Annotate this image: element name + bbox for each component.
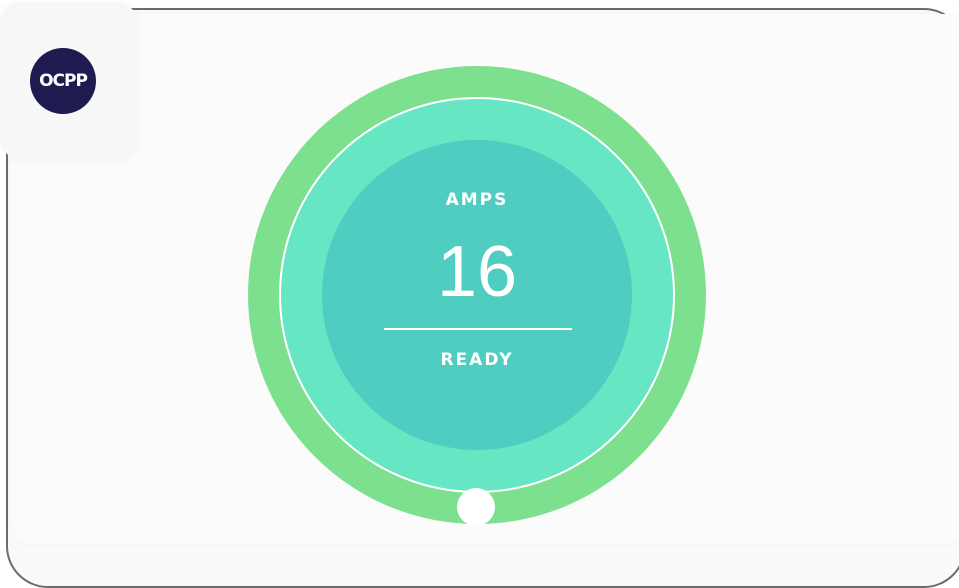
dial-divider	[384, 328, 572, 330]
ocpp-logo-icon: OCPP	[30, 48, 96, 114]
charger-status: READY	[440, 350, 514, 370]
logo-text: OCPP	[39, 71, 88, 91]
logo-card: OCPP	[0, 2, 138, 160]
amps-value: 16	[436, 232, 518, 312]
amps-label: AMPS	[445, 190, 509, 210]
dial-slider-handle[interactable]	[457, 488, 495, 526]
